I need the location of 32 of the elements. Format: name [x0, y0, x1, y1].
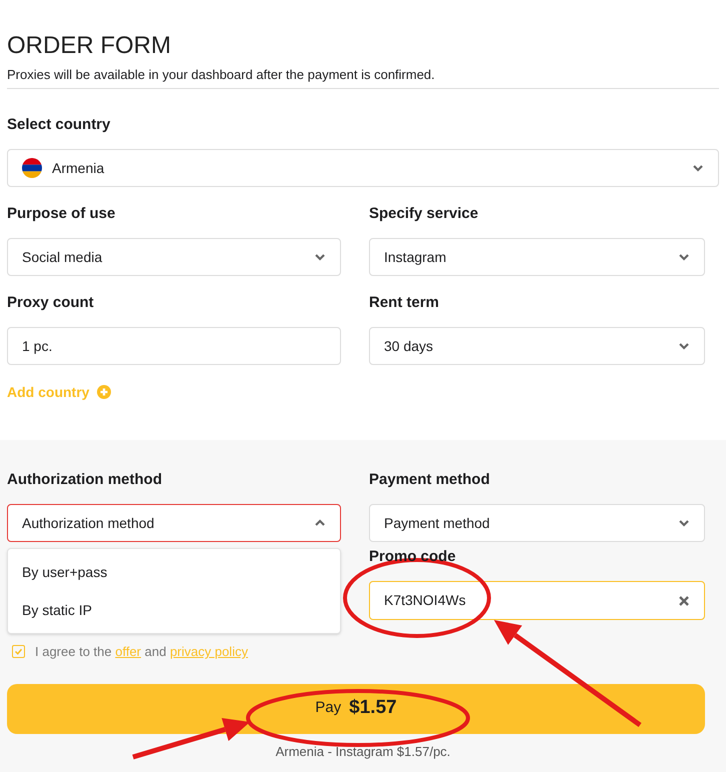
field-label: Purpose of use [7, 204, 116, 224]
select-dropdown[interactable]: Social media [7, 238, 341, 276]
check-icon [14, 647, 23, 656]
page-title: ORDER FORM [7, 31, 172, 61]
agreement-text: I agree to the offer and privacy policy [35, 643, 248, 661]
select-dropdown[interactable]: Instagram [369, 238, 705, 276]
checkbox[interactable] [12, 645, 25, 658]
chevron-icon [678, 251, 690, 263]
close-icon[interactable] [678, 594, 690, 606]
select-dropdown[interactable]: Payment method [369, 504, 705, 542]
field-label: Payment method [369, 470, 491, 490]
subtitle: Proxies will be available in your dashboard after the payment is confirmed. [7, 66, 436, 84]
chevron-icon [678, 517, 690, 529]
chevron-icon [678, 340, 690, 352]
flag-icon [22, 158, 42, 178]
dropdown-option[interactable]: By static IP [8, 591, 340, 629]
dropdown-option[interactable]: By user+pass [8, 553, 340, 591]
field-label: Authorization method [7, 470, 163, 490]
input-field[interactable]: 1 pc. [7, 327, 341, 365]
field-label: Rent term [369, 293, 440, 313]
field-label: Proxy count [7, 293, 95, 313]
field-label: Select country [7, 115, 112, 135]
select-dropdown[interactable]: Armenia [7, 149, 719, 187]
input-field[interactable]: K7t3NOI4Ws [369, 581, 705, 620]
select-dropdown[interactable]: 30 days [369, 327, 705, 365]
pay-button[interactable]: Pay $1.57 [7, 684, 705, 734]
field-label: Specify service [369, 204, 480, 224]
plus-icon [97, 385, 112, 399]
summary-text: Armenia - Instagram $1.57/pc. [276, 744, 450, 758]
chevron-icon [314, 251, 326, 263]
select-dropdown[interactable]: Authorization method [7, 504, 341, 542]
chevron-icon [692, 162, 704, 174]
